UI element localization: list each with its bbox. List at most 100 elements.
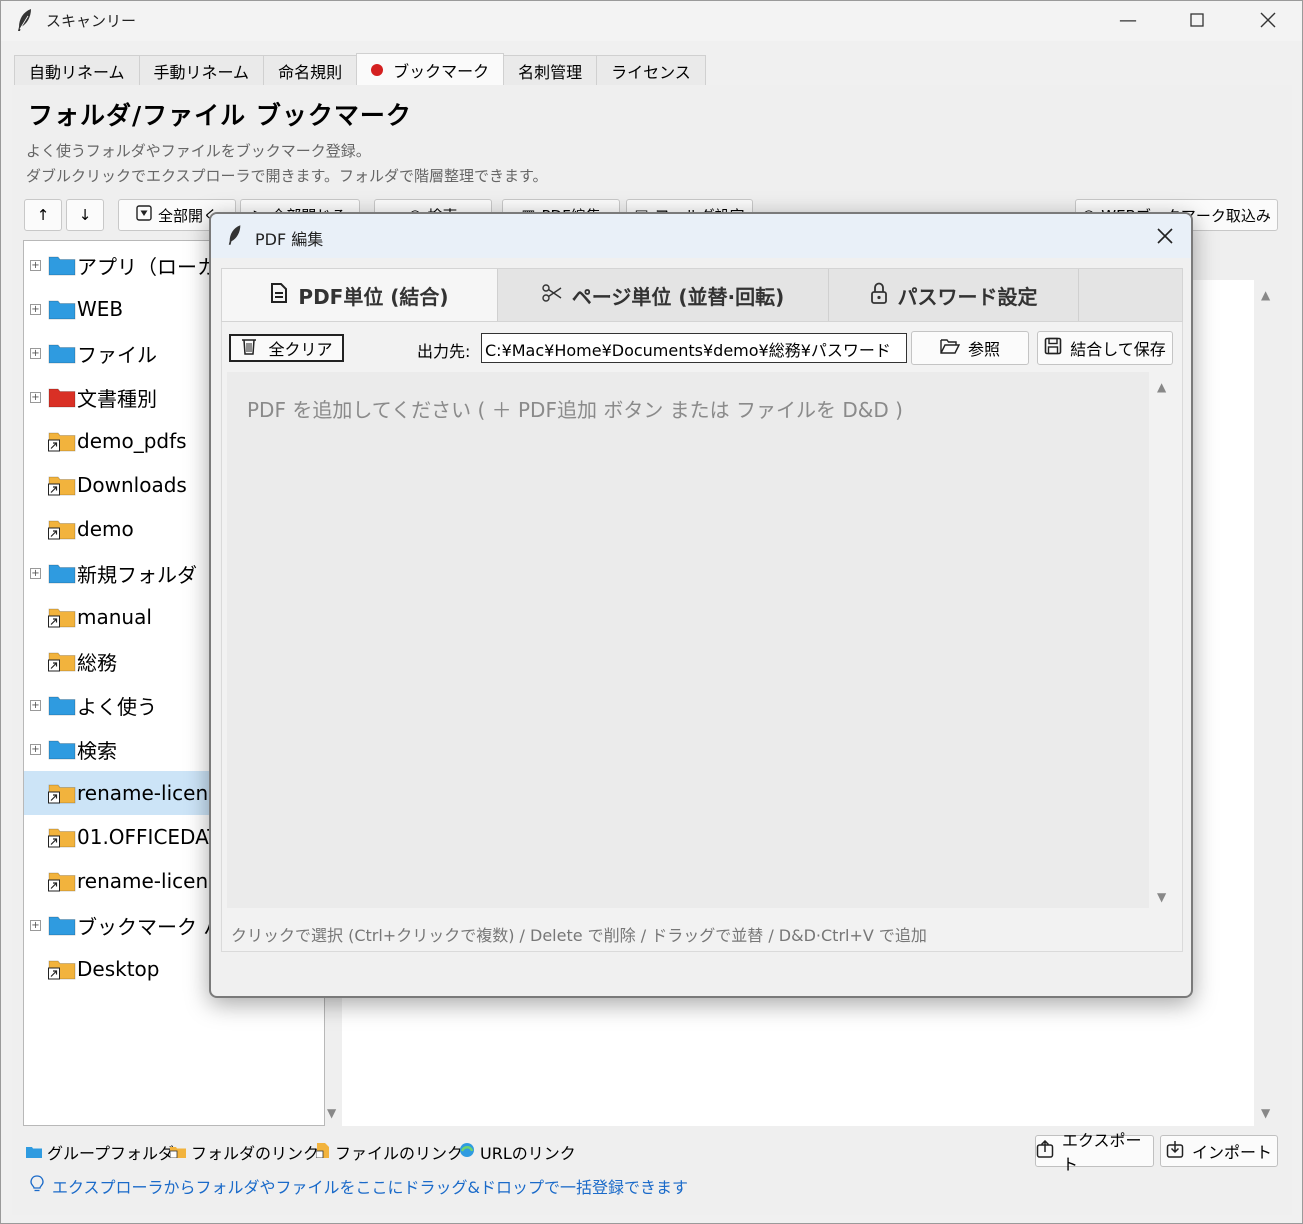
description-line-1: よく使うフォルダやファイルをブックマーク登録。 <box>26 142 371 160</box>
expand-plus-icon[interactable]: + <box>30 919 41 931</box>
merge-save-button[interactable]: 結合して保存 <box>1037 331 1173 365</box>
pdf-edit-dialog: PDF 編集 PDF単位 (結合) ページ単位 (並替·回転) パスワード設定 … <box>209 212 1193 998</box>
dialog-title-bar <box>211 214 1191 258</box>
folder-link-icon <box>48 474 76 496</box>
expand-plus-icon[interactable]: + <box>30 303 41 315</box>
export-icon <box>1036 1139 1054 1162</box>
expand-plus-icon[interactable]: + <box>30 259 41 271</box>
scissors-icon <box>542 283 562 307</box>
red-folder-icon <box>48 386 76 408</box>
group-folder-icon <box>48 914 76 936</box>
folder-link-icon <box>169 1143 186 1162</box>
tree-item-label: Desktop <box>77 957 160 981</box>
browser-icon <box>459 1142 475 1162</box>
list-scroll-up-icon[interactable]: ▲ <box>1157 380 1166 394</box>
drag-drop-hint: エクスプローラからフォルダやファイルをここにドラッグ&ドロップで一括登録できます <box>30 1174 688 1198</box>
tree-item-label: demo_pdfs <box>77 429 187 453</box>
group-folder-icon <box>48 254 76 276</box>
folder-open-icon <box>940 338 961 358</box>
tree-item-label: rename-license <box>77 869 231 893</box>
expand-plus-icon[interactable]: + <box>30 347 41 359</box>
maximize-icon[interactable] <box>1177 6 1217 34</box>
tab-label: ライセンス <box>611 62 691 82</box>
tree-scroll-down-icon[interactable]: ▼ <box>327 1106 336 1120</box>
tree-item-label: demo <box>77 517 134 541</box>
legend-url-link: URLのリンク <box>459 1140 576 1164</box>
tab-license[interactable]: ライセンス <box>596 55 706 85</box>
tab-pdf-merge[interactable]: PDF単位 (結合) <box>222 269 498 321</box>
tab-page-reorder[interactable]: ページ単位 (並替·回転) <box>498 269 829 321</box>
trash-icon <box>240 337 258 359</box>
tab-business-card[interactable]: 名刺管理 <box>503 55 598 85</box>
page-title: フォルダ/ファイル ブックマーク <box>28 101 412 130</box>
tree-item-label: 文書種別 <box>77 386 157 411</box>
import-icon <box>1166 1140 1184 1162</box>
group-folder-icon <box>48 738 76 760</box>
empty-placeholder: PDF を追加してください ( ＋ PDF追加 ボタン または ファイルを D&… <box>247 398 903 422</box>
expand-plus-icon[interactable]: + <box>30 567 41 579</box>
legend-group-folder: グループフォルダ <box>26 1140 174 1164</box>
pane-scroll-up-icon[interactable]: ▲ <box>1261 288 1270 302</box>
description-line-2: ダブルクリックでエクスプローラで開きます。フォルダで階層整理できます。 <box>26 167 548 185</box>
dialog-hint: クリックで選択 (Ctrl+クリックで複数) / Delete で削除 / ドラ… <box>231 926 927 945</box>
minimize-icon[interactable]: — <box>1108 6 1148 34</box>
merge-save-label: 結合して保存 <box>1070 340 1166 359</box>
legend-file-link: ファイルのリンク <box>315 1140 464 1164</box>
browse-label: 参照 <box>967 340 1000 359</box>
output-label: 出力先: <box>417 342 471 361</box>
lock-icon <box>870 282 888 309</box>
legend-folder-link: フォルダのリンク <box>169 1140 319 1164</box>
tab-bookmark[interactable]: ブックマーク <box>356 53 505 85</box>
tree-item-label: 総務 <box>77 650 117 675</box>
import-button[interactable]: インポート <box>1160 1135 1278 1167</box>
folder-link-icon <box>48 958 76 980</box>
tab-label: ページ単位 (並替·回転) <box>571 284 785 309</box>
tab-label: PDF単位 (結合) <box>298 284 449 309</box>
expand-plus-icon[interactable]: + <box>30 391 41 403</box>
dialog-close-icon[interactable] <box>1151 222 1179 250</box>
move-down-label: ↓ <box>78 206 92 224</box>
folder-link-icon <box>48 606 76 628</box>
output-path-input[interactable]: C:¥Mac¥Home¥Documents¥demo¥総務¥パスワード <box>481 333 907 363</box>
move-up-label: ↑ <box>36 206 50 224</box>
browse-button[interactable]: 参照 <box>911 331 1029 365</box>
group-folder-icon <box>48 298 76 320</box>
tab-auto-rename[interactable]: 自動リネーム <box>14 55 140 85</box>
pdf-drop-list[interactable]: PDF を追加してください ( ＋ PDF追加 ボタン または ファイルを D&… <box>227 372 1149 908</box>
folder-link-icon <box>48 650 76 672</box>
legend-label: ファイルのリンク <box>335 1144 464 1163</box>
feather-icon <box>227 224 243 250</box>
import-label: インポート <box>1191 1143 1272 1162</box>
clear-all-label: 全クリア <box>268 340 333 359</box>
tab-label: ブックマーク <box>393 61 490 81</box>
close-icon[interactable] <box>1248 6 1288 34</box>
list-scroll-down-icon[interactable]: ▼ <box>1157 890 1166 904</box>
hint-text: エクスプローラからフォルダやファイルをここにドラッグ&ドロップで一括登録できます <box>52 1178 688 1197</box>
move-down-button[interactable]: ↓ <box>66 199 104 231</box>
tab-manual-rename[interactable]: 手動リネーム <box>138 55 265 85</box>
export-label: エクスポート <box>1062 1131 1142 1174</box>
move-up-button[interactable]: ↑ <box>24 199 62 231</box>
clear-all-button[interactable]: 全クリア <box>229 334 344 362</box>
group-folder-icon <box>26 1143 42 1162</box>
folder-link-icon <box>48 826 76 848</box>
tab-label: パスワード設定 <box>897 284 1038 309</box>
active-dot-icon <box>371 63 384 76</box>
save-icon <box>1044 337 1062 359</box>
tab-naming-rules[interactable]: 命名規則 <box>263 55 358 85</box>
pane-scroll-down-icon[interactable]: ▼ <box>1261 1106 1270 1120</box>
feather-icon <box>16 8 34 36</box>
main-tabs: 自動リネーム 手動リネーム 命名規則 ブックマーク 名刺管理 ライセンス <box>14 53 706 85</box>
lightbulb-icon <box>30 1175 44 1197</box>
tab-password[interactable]: パスワード設定 <box>829 269 1079 321</box>
folder-link-icon <box>48 782 76 804</box>
expand-plus-icon[interactable]: + <box>30 743 41 755</box>
dialog-tabs: PDF単位 (結合) ページ単位 (並替·回転) パスワード設定 <box>221 268 1183 322</box>
export-button[interactable]: エクスポート <box>1035 1131 1154 1174</box>
expand-plus-icon[interactable]: + <box>30 699 41 711</box>
tree-item-label: manual <box>77 605 152 629</box>
legend-label: グループフォルダ <box>47 1144 175 1163</box>
group-folder-icon <box>48 562 76 584</box>
window-title: スキャンリー <box>46 12 137 30</box>
dialog-title: PDF 編集 <box>255 230 324 249</box>
